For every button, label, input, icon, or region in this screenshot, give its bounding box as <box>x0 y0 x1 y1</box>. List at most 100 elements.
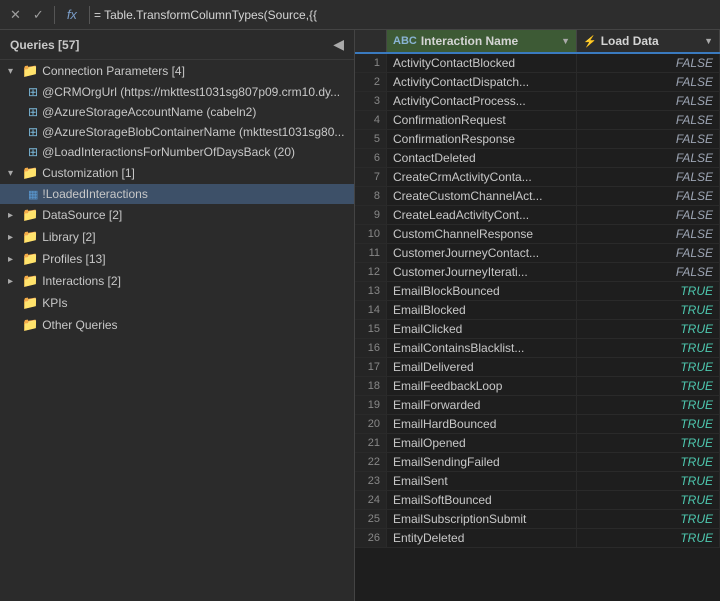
table-row[interactable]: 9CreateLeadActivityCont...FALSE <box>355 206 720 225</box>
cell-interaction-name: ConfirmationRequest <box>387 111 577 129</box>
cell-interaction-name: EmailFeedbackLoop <box>387 377 577 395</box>
cell-interaction-name: EmailForwarded <box>387 396 577 414</box>
table-row[interactable]: 15EmailClickedTRUE <box>355 320 720 339</box>
queries-list[interactable]: ▾ 📁 Connection Parameters [4] ⊞ @CRMOrgU… <box>0 60 354 601</box>
queries-header: Queries [57] ◀ <box>0 30 354 60</box>
cell-interaction-name: EmailDelivered <box>387 358 577 376</box>
cell-row-num: 17 <box>355 358 387 376</box>
tree-item-load-interactions[interactable]: ⊞ @LoadInteractionsForNumberOfDaysBack (… <box>0 142 354 162</box>
folder-icon: 📁 <box>22 251 38 267</box>
data-body[interactable]: 1ActivityContactBlockedFALSE2ActivityCon… <box>355 54 720 601</box>
arrow-icon: ▸ <box>8 254 18 265</box>
col-sort-load[interactable]: ▼ <box>700 36 713 46</box>
cell-load-data: FALSE <box>577 149 720 167</box>
cell-row-num: 23 <box>355 472 387 490</box>
cell-row-num: 5 <box>355 130 387 148</box>
cell-interaction-name: ActivityContactDispatch... <box>387 73 577 91</box>
cell-row-num: 21 <box>355 434 387 452</box>
group-label: Profiles [13] <box>42 252 105 266</box>
formula-separator <box>54 6 55 24</box>
table-row[interactable]: 13EmailBlockBouncedTRUE <box>355 282 720 301</box>
cell-interaction-name: EmailSoftBounced <box>387 491 577 509</box>
cell-row-num: 3 <box>355 92 387 110</box>
cell-interaction-name: EmailSendingFailed <box>387 453 577 471</box>
tree-group-profiles[interactable]: ▸ 📁 Profiles [13] <box>0 248 354 270</box>
table-row[interactable]: 23EmailSentTRUE <box>355 472 720 491</box>
table-row[interactable]: 11CustomerJourneyContact...FALSE <box>355 244 720 263</box>
cell-interaction-name: CustomChannelResponse <box>387 225 577 243</box>
table-row[interactable]: 22EmailSendingFailedTRUE <box>355 453 720 472</box>
cell-interaction-name: ContactDeleted <box>387 149 577 167</box>
table-row[interactable]: 25EmailSubscriptionSubmitTRUE <box>355 510 720 529</box>
table-row[interactable]: 3ActivityContactProcess...FALSE <box>355 92 720 111</box>
tree-item-crm-org-url[interactable]: ⊞ @CRMOrgUrl (https://mkttest1031sg807p0… <box>0 82 354 102</box>
table-row[interactable]: 1ActivityContactBlockedFALSE <box>355 54 720 73</box>
cell-interaction-name: CustomerJourneyIterati... <box>387 263 577 281</box>
col-header-num <box>355 30 387 52</box>
item-label: @LoadInteractionsForNumberOfDaysBack (20… <box>42 145 295 159</box>
col-header-load[interactable]: ⚡ Load Data ▼ <box>577 30 720 52</box>
cell-load-data: TRUE <box>577 282 720 300</box>
tree-item-azure-storage-account[interactable]: ⊞ @AzureStorageAccountName (cabeln2) <box>0 102 354 122</box>
close-icon[interactable]: ✕ <box>4 7 27 23</box>
table-row[interactable]: 5ConfirmationResponseFALSE <box>355 130 720 149</box>
table-row[interactable]: 26EntityDeletedTRUE <box>355 529 720 548</box>
cell-interaction-name: EmailBlockBounced <box>387 282 577 300</box>
table-row[interactable]: 4ConfirmationRequestFALSE <box>355 111 720 130</box>
table-row[interactable]: 20EmailHardBouncedTRUE <box>355 415 720 434</box>
col-header-name[interactable]: ABC Interaction Name ▼ <box>387 30 577 52</box>
formula-bar: ✕ ✓ fx = Table.TransformColumnTypes(Sour… <box>0 0 720 30</box>
tree-group-customization[interactable]: ▾ 📁 Customization [1] <box>0 162 354 184</box>
cell-interaction-name: EmailBlocked <box>387 301 577 319</box>
col-sort-name[interactable]: ▼ <box>557 36 570 46</box>
folder-icon: 📁 <box>22 229 38 245</box>
cell-row-num: 8 <box>355 187 387 205</box>
table-row[interactable]: 14EmailBlockedTRUE <box>355 301 720 320</box>
tree-item-loaded-interactions[interactable]: ▦ !LoadedInteractions <box>0 184 354 204</box>
folder-icon: 📁 <box>22 295 38 311</box>
tree-item-azure-blob-container[interactable]: ⊞ @AzureStorageBlobContainerName (mkttes… <box>0 122 354 142</box>
table-row[interactable]: 10CustomChannelResponseFALSE <box>355 225 720 244</box>
table-row[interactable]: 17EmailDeliveredTRUE <box>355 358 720 377</box>
item-label: @AzureStorageAccountName (cabeln2) <box>42 105 256 119</box>
table-row[interactable]: 2ActivityContactDispatch...FALSE <box>355 73 720 92</box>
cell-row-num: 20 <box>355 415 387 433</box>
table-icon: ▦ <box>28 188 38 201</box>
check-icon[interactable]: ✓ <box>27 7 50 23</box>
item-label: !LoadedInteractions <box>42 187 147 201</box>
tree-group-other-queries[interactable]: 📁 Other Queries <box>0 314 354 336</box>
arrow-icon: ▸ <box>8 276 18 287</box>
cell-row-num: 26 <box>355 529 387 547</box>
table-row[interactable]: 8CreateCustomChannelAct...FALSE <box>355 187 720 206</box>
tree-group-connection-params[interactable]: ▾ 📁 Connection Parameters [4] <box>0 60 354 82</box>
param-icon: ⊞ <box>28 105 38 119</box>
table-row[interactable]: 16EmailContainsBlacklist...TRUE <box>355 339 720 358</box>
cell-load-data: FALSE <box>577 244 720 262</box>
table-row[interactable]: 12CustomerJourneyIterati...FALSE <box>355 263 720 282</box>
cell-load-data: TRUE <box>577 320 720 338</box>
queries-title: Queries [57] <box>10 38 79 52</box>
table-row[interactable]: 19EmailForwardedTRUE <box>355 396 720 415</box>
cell-interaction-name: EntityDeleted <box>387 529 577 547</box>
tree-group-datasource[interactable]: ▸ 📁 DataSource [2] <box>0 204 354 226</box>
tree-group-library[interactable]: ▸ 📁 Library [2] <box>0 226 354 248</box>
cell-row-num: 4 <box>355 111 387 129</box>
table-row[interactable]: 21EmailOpenedTRUE <box>355 434 720 453</box>
param-icon: ⊞ <box>28 125 38 139</box>
tree-group-interactions[interactable]: ▸ 📁 Interactions [2] <box>0 270 354 292</box>
group-label: Customization [1] <box>42 166 135 180</box>
arrow-icon: ▾ <box>8 168 18 179</box>
param-icon: ⊞ <box>28 85 38 99</box>
group-label: DataSource [2] <box>42 208 122 222</box>
cell-load-data: FALSE <box>577 54 720 72</box>
col-type-icon-load: ⚡ <box>583 35 597 48</box>
cell-load-data: TRUE <box>577 510 720 528</box>
table-row[interactable]: 24EmailSoftBouncedTRUE <box>355 491 720 510</box>
cell-interaction-name: ActivityContactBlocked <box>387 54 577 72</box>
tree-group-kpis[interactable]: 📁 KPIs <box>0 292 354 314</box>
table-row[interactable]: 6ContactDeletedFALSE <box>355 149 720 168</box>
cell-row-num: 25 <box>355 510 387 528</box>
table-row[interactable]: 7CreateCrmActivityConta...FALSE <box>355 168 720 187</box>
table-row[interactable]: 18EmailFeedbackLoopTRUE <box>355 377 720 396</box>
collapse-button[interactable]: ◀ <box>333 36 344 53</box>
